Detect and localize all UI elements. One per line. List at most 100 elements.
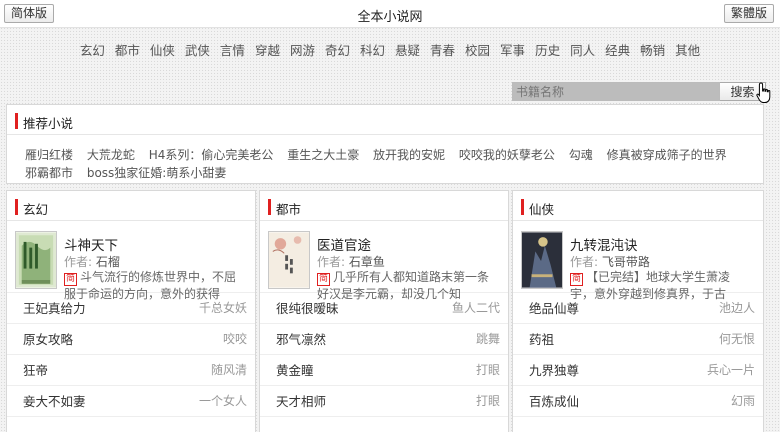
book-author[interactable]: 千总女妖 bbox=[199, 293, 247, 324]
featured-book: 斗神天下 作者: 石榴 简斗气流行的修炼世界中，不屈服于命运的方向，意外的获得 bbox=[7, 221, 255, 301]
list-item[interactable]: 百炼成仙 幻雨 bbox=[513, 386, 763, 417]
simplified-tag-icon: 简 bbox=[317, 273, 330, 286]
book-cover-icon[interactable] bbox=[268, 231, 310, 289]
featured-book-title[interactable]: 斗神天下 bbox=[64, 234, 118, 254]
nav-item[interactable]: 玄幻 bbox=[75, 38, 110, 64]
book-cover-icon[interactable] bbox=[15, 231, 57, 289]
recommend-title: 推荐小说 bbox=[23, 116, 74, 131]
category-header: 都市 bbox=[260, 191, 508, 221]
recommend-link[interactable]: 放开我的安妮 bbox=[373, 146, 445, 164]
list-item[interactable]: 黄金瞳 打眼 bbox=[260, 355, 508, 386]
book-author[interactable]: 咬咬 bbox=[223, 324, 247, 355]
category-title[interactable]: 都市 bbox=[276, 199, 301, 218]
nav-item[interactable]: 穿越 bbox=[250, 38, 285, 64]
category-title[interactable]: 仙侠 bbox=[529, 199, 554, 218]
nav-item[interactable]: 军事 bbox=[495, 38, 530, 64]
author-name[interactable]: 飞哥带路 bbox=[602, 255, 650, 269]
author-label: 作者: bbox=[317, 255, 346, 269]
category-nav: 玄幻 都市 仙侠 武侠 言情 穿越 网游 奇幻 科幻 悬疑 青春 校园 军事 历… bbox=[0, 38, 780, 64]
category-panel-xianxia: 仙侠 九转混沌诀 作者: 飞哥带路 简【已完结】地球大学生萧凌宇，意外穿越到修真… bbox=[512, 190, 764, 432]
category-header: 玄幻 bbox=[7, 191, 255, 221]
nav-item[interactable]: 悬疑 bbox=[390, 38, 425, 64]
book-author[interactable]: 鱼人二代 bbox=[452, 293, 500, 324]
book-author[interactable]: 打眼 bbox=[476, 355, 500, 386]
simplified-tag-icon: 简 bbox=[570, 273, 583, 286]
book-cover-icon[interactable] bbox=[521, 231, 563, 289]
section-marker bbox=[521, 199, 524, 215]
recommend-panel: 推荐小说 雁归红楼 大荒龙蛇 H4系列：偷心完美老公 重生之大土豪 放开我的安妮… bbox=[6, 104, 764, 184]
recommend-link[interactable]: 修真被穿成筛子的世界 bbox=[607, 146, 727, 164]
book-name[interactable]: 很纯很暧昧 bbox=[276, 301, 339, 316]
book-name[interactable]: 天才相师 bbox=[276, 394, 326, 409]
nav-item[interactable]: 仙侠 bbox=[145, 38, 180, 64]
featured-book-title[interactable]: 医道官途 bbox=[317, 234, 371, 254]
nav-item[interactable]: 其他 bbox=[670, 38, 705, 64]
book-author[interactable]: 何无恨 bbox=[719, 324, 755, 355]
recommend-link[interactable]: H4系列：偷心完美老公 bbox=[149, 146, 274, 164]
featured-book-author: 作者: 石章鱼 bbox=[317, 253, 385, 270]
nav-item[interactable]: 科幻 bbox=[355, 38, 390, 64]
list-item[interactable]: 原女攻略 咬咬 bbox=[7, 324, 255, 355]
book-name[interactable]: 黄金瞳 bbox=[276, 363, 314, 378]
simplified-tag-icon: 简 bbox=[64, 273, 77, 286]
nav-item[interactable]: 奇幻 bbox=[320, 38, 355, 64]
site-title[interactable]: 全本小说网 bbox=[0, 6, 780, 25]
nav-item[interactable]: 校园 bbox=[460, 38, 495, 64]
book-author[interactable]: 幻雨 bbox=[731, 386, 755, 417]
nav-item[interactable]: 都市 bbox=[110, 38, 145, 64]
author-name[interactable]: 石榴 bbox=[96, 255, 120, 269]
recommend-link[interactable]: 咬咬我的妖孽老公 bbox=[459, 146, 555, 164]
recommend-link[interactable]: 重生之大土豪 bbox=[287, 146, 359, 164]
list-item[interactable]: 药祖 何无恨 bbox=[513, 324, 763, 355]
recommend-links: 雁归红楼 大荒龙蛇 H4系列：偷心完美老公 重生之大土豪 放开我的安妮 咬咬我的… bbox=[7, 135, 763, 182]
book-author[interactable]: 跳舞 bbox=[476, 324, 500, 355]
author-name[interactable]: 石章鱼 bbox=[349, 255, 385, 269]
book-author[interactable]: 打眼 bbox=[476, 386, 500, 417]
recommend-link[interactable]: 勾魂 bbox=[569, 146, 593, 164]
nav-item[interactable]: 经典 bbox=[600, 38, 635, 64]
book-author[interactable]: 一个女人 bbox=[199, 386, 247, 417]
category-title[interactable]: 玄幻 bbox=[23, 199, 48, 218]
featured-book: 医道官途 作者: 石章鱼 简几乎所有人都知道路末第一条好汉是李元霸，却没几个知 bbox=[260, 221, 508, 301]
list-item[interactable]: 九界独尊 兵心一片 bbox=[513, 355, 763, 386]
book-name[interactable]: 原女攻略 bbox=[23, 332, 73, 347]
book-name[interactable]: 狂帝 bbox=[23, 363, 48, 378]
nav-item[interactable]: 青春 bbox=[425, 38, 460, 64]
nav-item[interactable]: 同人 bbox=[565, 38, 600, 64]
list-item[interactable]: 天才相师 打眼 bbox=[260, 386, 508, 417]
list-item[interactable]: 邪气凛然 跳舞 bbox=[260, 324, 508, 355]
recommend-link[interactable]: 雁归红楼 bbox=[25, 146, 73, 164]
nav-item[interactable]: 武侠 bbox=[180, 38, 215, 64]
nav-item[interactable]: 历史 bbox=[530, 38, 565, 64]
search-input[interactable] bbox=[512, 82, 720, 101]
author-label: 作者: bbox=[570, 255, 599, 269]
featured-book-author: 作者: 石榴 bbox=[64, 253, 120, 270]
book-name[interactable]: 王妃真给力 bbox=[23, 301, 86, 316]
recommend-link[interactable]: 邪霸都市 bbox=[25, 164, 73, 182]
traditional-button[interactable]: 繁體版 bbox=[723, 4, 774, 23]
book-author[interactable]: 兵心一片 bbox=[707, 355, 755, 386]
author-label: 作者: bbox=[64, 255, 93, 269]
nav-item[interactable]: 网游 bbox=[285, 38, 320, 64]
featured-book-title[interactable]: 九转混沌诀 bbox=[570, 234, 638, 254]
book-author[interactable]: 池边人 bbox=[719, 293, 755, 324]
category-panel-xuanhuan: 玄幻 斗神天下 作者: 石榴 简斗气流行的修炼世界中，不屈服于命运的方向，意外的… bbox=[6, 190, 256, 432]
book-name[interactable]: 九界独尊 bbox=[529, 363, 579, 378]
book-name[interactable]: 邪气凛然 bbox=[276, 332, 326, 347]
book-author[interactable]: 随风清 bbox=[211, 355, 247, 386]
nav-item[interactable]: 言情 bbox=[215, 38, 250, 64]
list-item[interactable]: 王妃真给力 千总女妖 bbox=[7, 293, 255, 324]
list-item[interactable]: 很纯很暧昧 鱼人二代 bbox=[260, 293, 508, 324]
book-name[interactable]: 绝品仙尊 bbox=[529, 301, 579, 316]
list-item[interactable]: 狂帝 随风清 bbox=[7, 355, 255, 386]
book-name[interactable]: 妾大不如妻 bbox=[23, 394, 86, 409]
list-item[interactable]: 绝品仙尊 池边人 bbox=[513, 293, 763, 324]
recommend-header: 推荐小说 bbox=[7, 105, 763, 135]
recommend-link[interactable]: 大荒龙蛇 bbox=[87, 146, 135, 164]
book-name[interactable]: 百炼成仙 bbox=[529, 394, 579, 409]
recommend-link[interactable]: boss独家征婚:萌系小甜妻 bbox=[87, 164, 227, 182]
nav-item[interactable]: 畅销 bbox=[635, 38, 670, 64]
section-marker bbox=[15, 113, 18, 129]
list-item[interactable]: 妾大不如妻 一个女人 bbox=[7, 386, 255, 417]
book-name[interactable]: 药祖 bbox=[529, 332, 554, 347]
